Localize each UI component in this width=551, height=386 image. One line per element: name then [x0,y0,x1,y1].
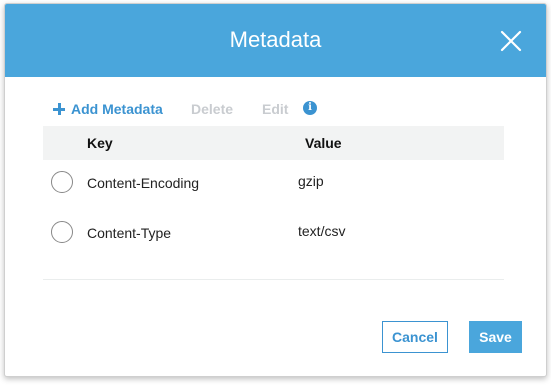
row-value: text/csv [298,223,346,239]
add-metadata-label: Add Metadata [71,101,163,117]
plus-icon [53,103,65,115]
column-header-value: Value [305,135,342,151]
column-header-key: Key [87,135,113,151]
close-icon[interactable] [500,30,522,52]
delete-button[interactable]: Delete [191,100,233,118]
table-header: Key Value [43,126,504,160]
dialog-title: Metadata [229,27,322,52]
add-metadata-button[interactable]: Add Metadata [53,100,163,118]
metadata-dialog: Metadata Add Metadata Delete Edit i Key … [4,3,547,377]
footer-divider [43,279,504,280]
row-key: Content-Encoding [87,175,200,191]
save-button[interactable]: Save [469,321,522,353]
info-icon[interactable]: i [303,101,317,115]
table-row[interactable]: Content-Type text/csv [43,214,504,254]
row-select-radio[interactable] [51,171,73,193]
edit-button[interactable]: Edit [262,100,288,118]
row-key: Content-Type [87,225,172,241]
table-row[interactable]: Content-Encoding gzip [43,164,504,204]
row-value: gzip [298,173,324,189]
cancel-button[interactable]: Cancel [382,321,448,353]
row-select-radio[interactable] [51,221,73,243]
dialog-header: Metadata [5,4,546,77]
